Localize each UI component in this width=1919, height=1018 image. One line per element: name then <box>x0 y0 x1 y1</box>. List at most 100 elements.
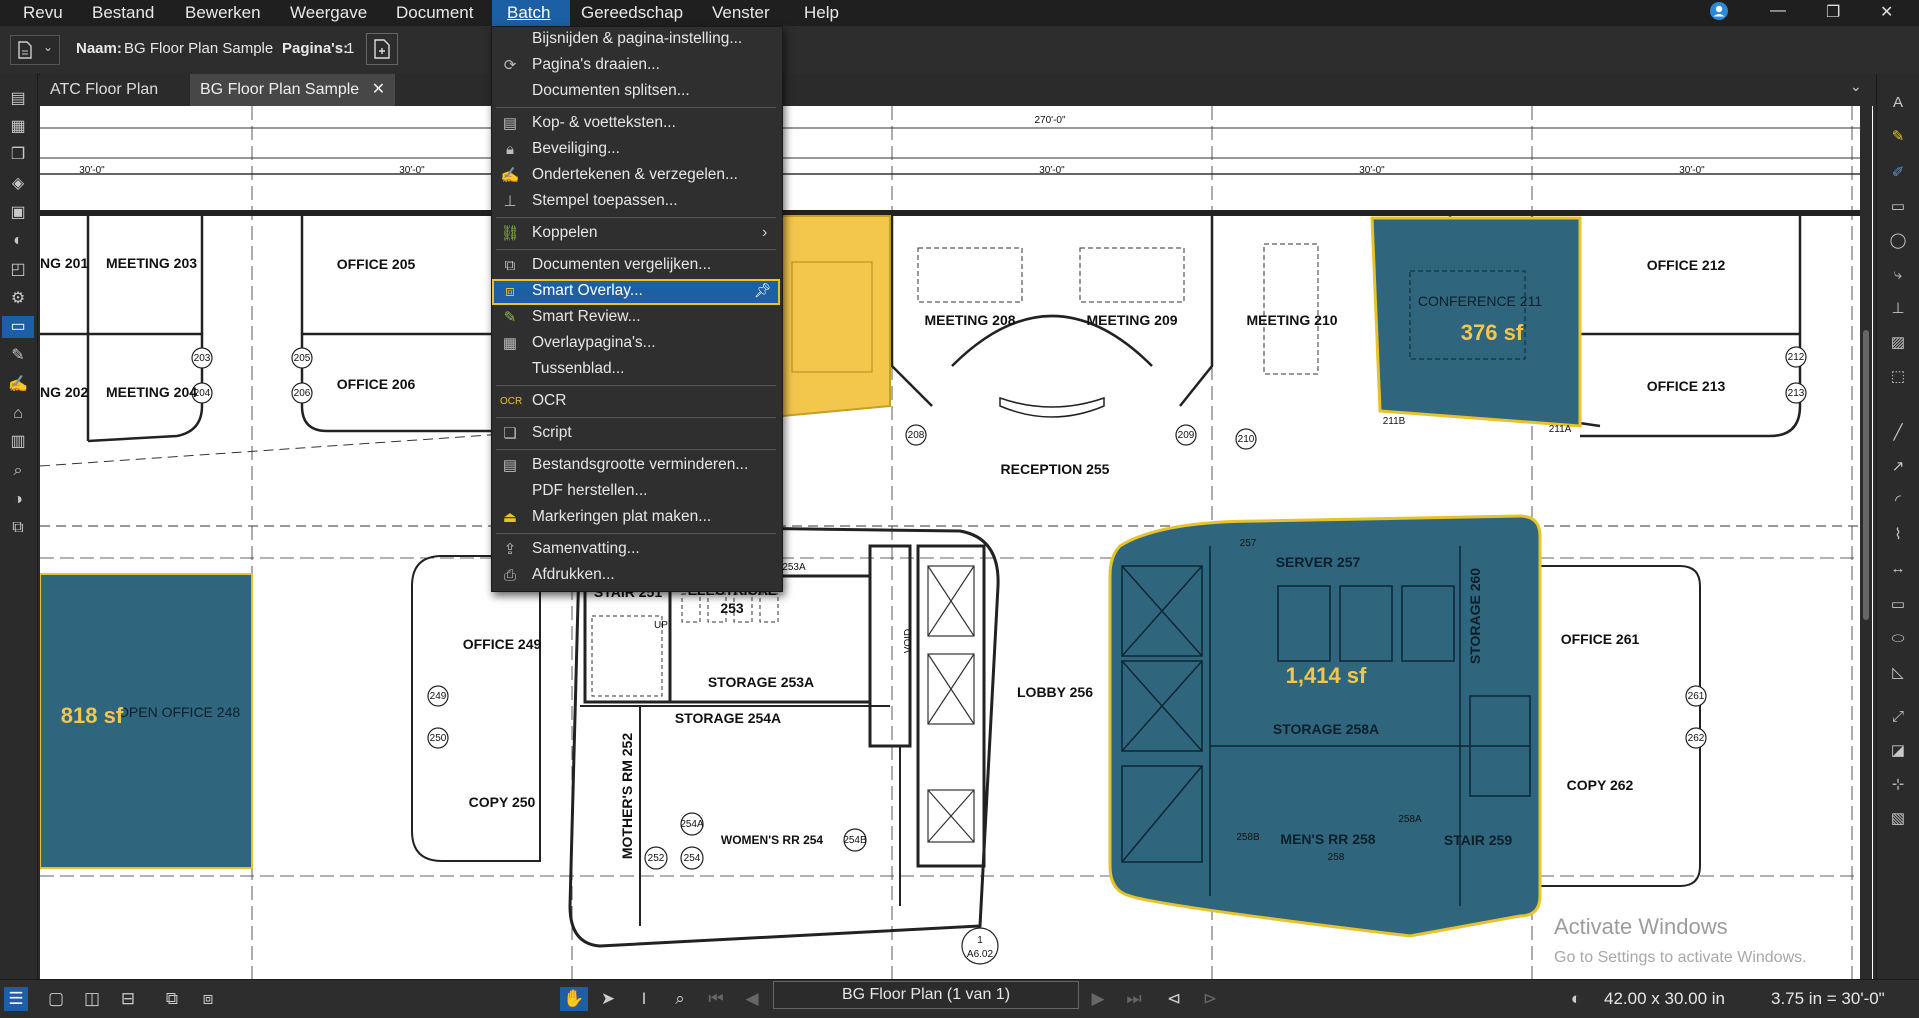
menu-item-compare-documents[interactable]: ⧉ Documenten vergelijken... <box>492 253 780 279</box>
zoom-icon[interactable]: ⌕ <box>668 987 692 1011</box>
menu-item-sign-seal[interactable]: ✍ Ondertekenen & verzegelen... <box>492 163 780 189</box>
tab-atc-floor-plan[interactable]: ATC Floor Plan <box>40 74 168 106</box>
thumbnails-icon[interactable]: ▦ <box>7 116 29 138</box>
measure-length-icon[interactable]: ⤢ <box>1887 706 1909 728</box>
studio-icon[interactable]: ▥ <box>7 431 29 453</box>
tag-icon[interactable]: ⌂ <box>7 403 29 425</box>
menu-bewerken[interactable]: Bewerken <box>185 3 261 23</box>
properties-icon[interactable]: ◐ <box>7 230 29 252</box>
menu-item-summary[interactable]: ⇪ Samenvatting... <box>492 537 780 563</box>
menu-document[interactable]: Document <box>396 3 473 23</box>
arc-icon[interactable]: ◜ <box>1887 490 1909 512</box>
callout-icon[interactable]: ▭ <box>1887 196 1909 218</box>
tab-bg-floor-plan-sample[interactable]: BG Floor Plan Sample ✕ <box>190 74 396 106</box>
menu-bestand[interactable]: Bestand <box>92 3 154 23</box>
menu-item-smart-overlay[interactable]: ⧈ Smart Overlay... 📌︎ <box>492 279 780 305</box>
next-view-icon[interactable]: ⊳ <box>1198 987 1222 1011</box>
split-vertical-icon[interactable]: ◫ <box>80 987 104 1011</box>
hatch-icon[interactable]: ▧ <box>1887 808 1909 830</box>
pen-icon[interactable]: ✐ <box>1887 162 1909 184</box>
ellipse-icon[interactable]: ⬭ <box>1887 628 1909 650</box>
split-horizontal-icon[interactable]: ⊟ <box>116 987 140 1011</box>
text-box-icon[interactable]: A <box>1887 92 1909 114</box>
smart-overlay-icon: ⧈ <box>505 283 515 300</box>
page-selector[interactable]: BG Floor Plan (1 van 1) <box>773 981 1079 1009</box>
polyline-icon[interactable]: ⌇ <box>1887 524 1909 546</box>
new-page-button[interactable] <box>366 33 398 65</box>
scale-readout[interactable]: 3.75 in = 30'-0" <box>1771 989 1885 1009</box>
tabs-dropdown-icon[interactable]: ⌄ <box>1850 78 1862 95</box>
rectangle-icon[interactable]: ▭ <box>1887 594 1909 616</box>
pin-icon[interactable]: 📌︎ <box>754 282 772 299</box>
yellow-area-markup[interactable] <box>781 215 891 418</box>
markups-icon[interactable]: ✎ <box>7 345 29 367</box>
menu-item-security[interactable]: 🔒︎ Beveiliging... <box>492 137 780 163</box>
image-icon[interactable]: ▨ <box>1887 332 1909 354</box>
menu-item-rotate-pages[interactable]: ⟳ Pagina's draaien... <box>492 53 780 79</box>
menu-item-slip-sheet[interactable]: Tussenblad... <box>492 357 780 383</box>
user-avatar-icon[interactable] <box>1709 1 1729 26</box>
arrow-callout-icon[interactable]: ⤷ <box>1887 264 1909 286</box>
cloud-icon[interactable]: ◯ <box>1887 230 1909 252</box>
search-icon[interactable]: ⌕ <box>7 460 29 482</box>
menu-item-ocr[interactable]: OCR OCR <box>492 389 780 415</box>
menu-item-smart-review[interactable]: ✎ Smart Review... <box>492 305 780 331</box>
first-page-icon[interactable]: ⏮ <box>704 987 728 1011</box>
menu-item-flatten-markups[interactable]: ⏏ Markeringen plat maken... <box>492 505 780 531</box>
vertical-scrollbar-thumb[interactable] <box>1863 330 1869 620</box>
next-page-icon[interactable]: ▶ <box>1086 987 1110 1011</box>
line-icon[interactable]: ╱ <box>1887 422 1909 444</box>
menu-item-crop-page-setup[interactable]: Bijsnijden & pagina-instelling... <box>492 27 780 53</box>
file-access-icon[interactable]: ▤ <box>7 88 29 110</box>
close-window-icon[interactable]: ✕ <box>1880 2 1893 22</box>
layers-icon[interactable]: ◈ <box>7 173 29 195</box>
menu-batch[interactable]: Batch <box>507 3 550 23</box>
measurements-icon[interactable]: ▭ <box>2 316 34 338</box>
sets-icon[interactable]: ◑ <box>7 489 29 511</box>
menu-venster[interactable]: Venster <box>712 3 770 23</box>
menu-weergave[interactable]: Weergave <box>290 3 367 23</box>
toolchest-icon[interactable]: ▣ <box>7 202 29 224</box>
pan-hand-icon[interactable]: ✋ <box>560 987 588 1011</box>
menu-item-link[interactable]: ⛓ Koppelen › <box>492 221 780 247</box>
signatures-icon[interactable]: ✍ <box>7 374 29 396</box>
menu-item-overlay-pages[interactable]: ▦ Overlaypagina's... <box>492 331 780 357</box>
menu-help[interactable]: Help <box>804 3 839 23</box>
menu-item-split-documents[interactable]: Documenten splitsen... <box>492 79 780 105</box>
select-arrow-icon[interactable]: ➤ <box>596 987 620 1011</box>
last-page-icon[interactable]: ⏭ <box>1122 987 1146 1011</box>
spaces-icon[interactable]: ◰ <box>7 259 29 281</box>
menu-item-reduce-file-size[interactable]: ▤ Bestandsgrootte verminderen... <box>492 453 780 479</box>
restore-icon[interactable]: ❐ <box>1826 2 1840 22</box>
settings-gear-icon[interactable]: ⚙ <box>7 288 29 310</box>
minimize-icon[interactable]: — <box>1770 2 1786 20</box>
dimension-icon[interactable]: ↔ <box>1887 558 1909 580</box>
snapshot-icon[interactable]: ⬚ <box>1887 366 1909 388</box>
document-canvas[interactable]: 270'-0" 30'-0" 30'-0" 30'-0" 30'-0" 30'-… <box>40 106 1873 979</box>
stamp-tool-icon[interactable]: ⊥ <box>1887 298 1909 320</box>
measure-count-icon[interactable]: ⊹ <box>1887 774 1909 796</box>
menu-revu[interactable]: Revu <box>23 3 63 23</box>
compare-view-icon[interactable]: ⧈ <box>196 987 220 1011</box>
list-icon[interactable]: ☰ <box>4 987 28 1011</box>
polygon-icon[interactable]: ◺ <box>1887 662 1909 684</box>
bookmarks-icon[interactable]: ❒ <box>7 144 29 166</box>
document-menu-button[interactable]: ⌄ <box>10 35 60 65</box>
sync-icon[interactable]: ⧉ <box>160 987 184 1011</box>
arrow-icon[interactable]: ↗ <box>1887 456 1909 478</box>
menu-item-apply-stamp[interactable]: ⊥ Stempel toepassen... <box>492 189 780 215</box>
prev-page-icon[interactable]: ◀ <box>740 987 764 1011</box>
select-text-icon[interactable]: I <box>632 987 656 1011</box>
menu-item-repair-pdf[interactable]: PDF herstellen... <box>492 479 780 505</box>
measure-area-icon[interactable]: ◪ <box>1887 740 1909 762</box>
menu-item-header-footer[interactable]: ▤ Kop- & voetteksten... <box>492 111 780 137</box>
contrast-icon[interactable]: ◐ <box>1564 987 1588 1011</box>
previous-view-icon[interactable]: ⊲ <box>1162 987 1186 1011</box>
single-page-icon[interactable]: ▢ <box>44 987 68 1011</box>
close-tab-icon[interactable]: ✕ <box>372 74 385 106</box>
menu-item-script[interactable]: ❏ Script <box>492 421 780 447</box>
highlighter-icon[interactable]: ✎ <box>1887 126 1909 148</box>
menu-gereedschap[interactable]: Gereedschap <box>581 3 683 23</box>
compare-panel-icon[interactable]: ⧉ <box>7 517 29 539</box>
menu-item-print[interactable]: ⎙ Afdrukken... <box>492 563 780 589</box>
